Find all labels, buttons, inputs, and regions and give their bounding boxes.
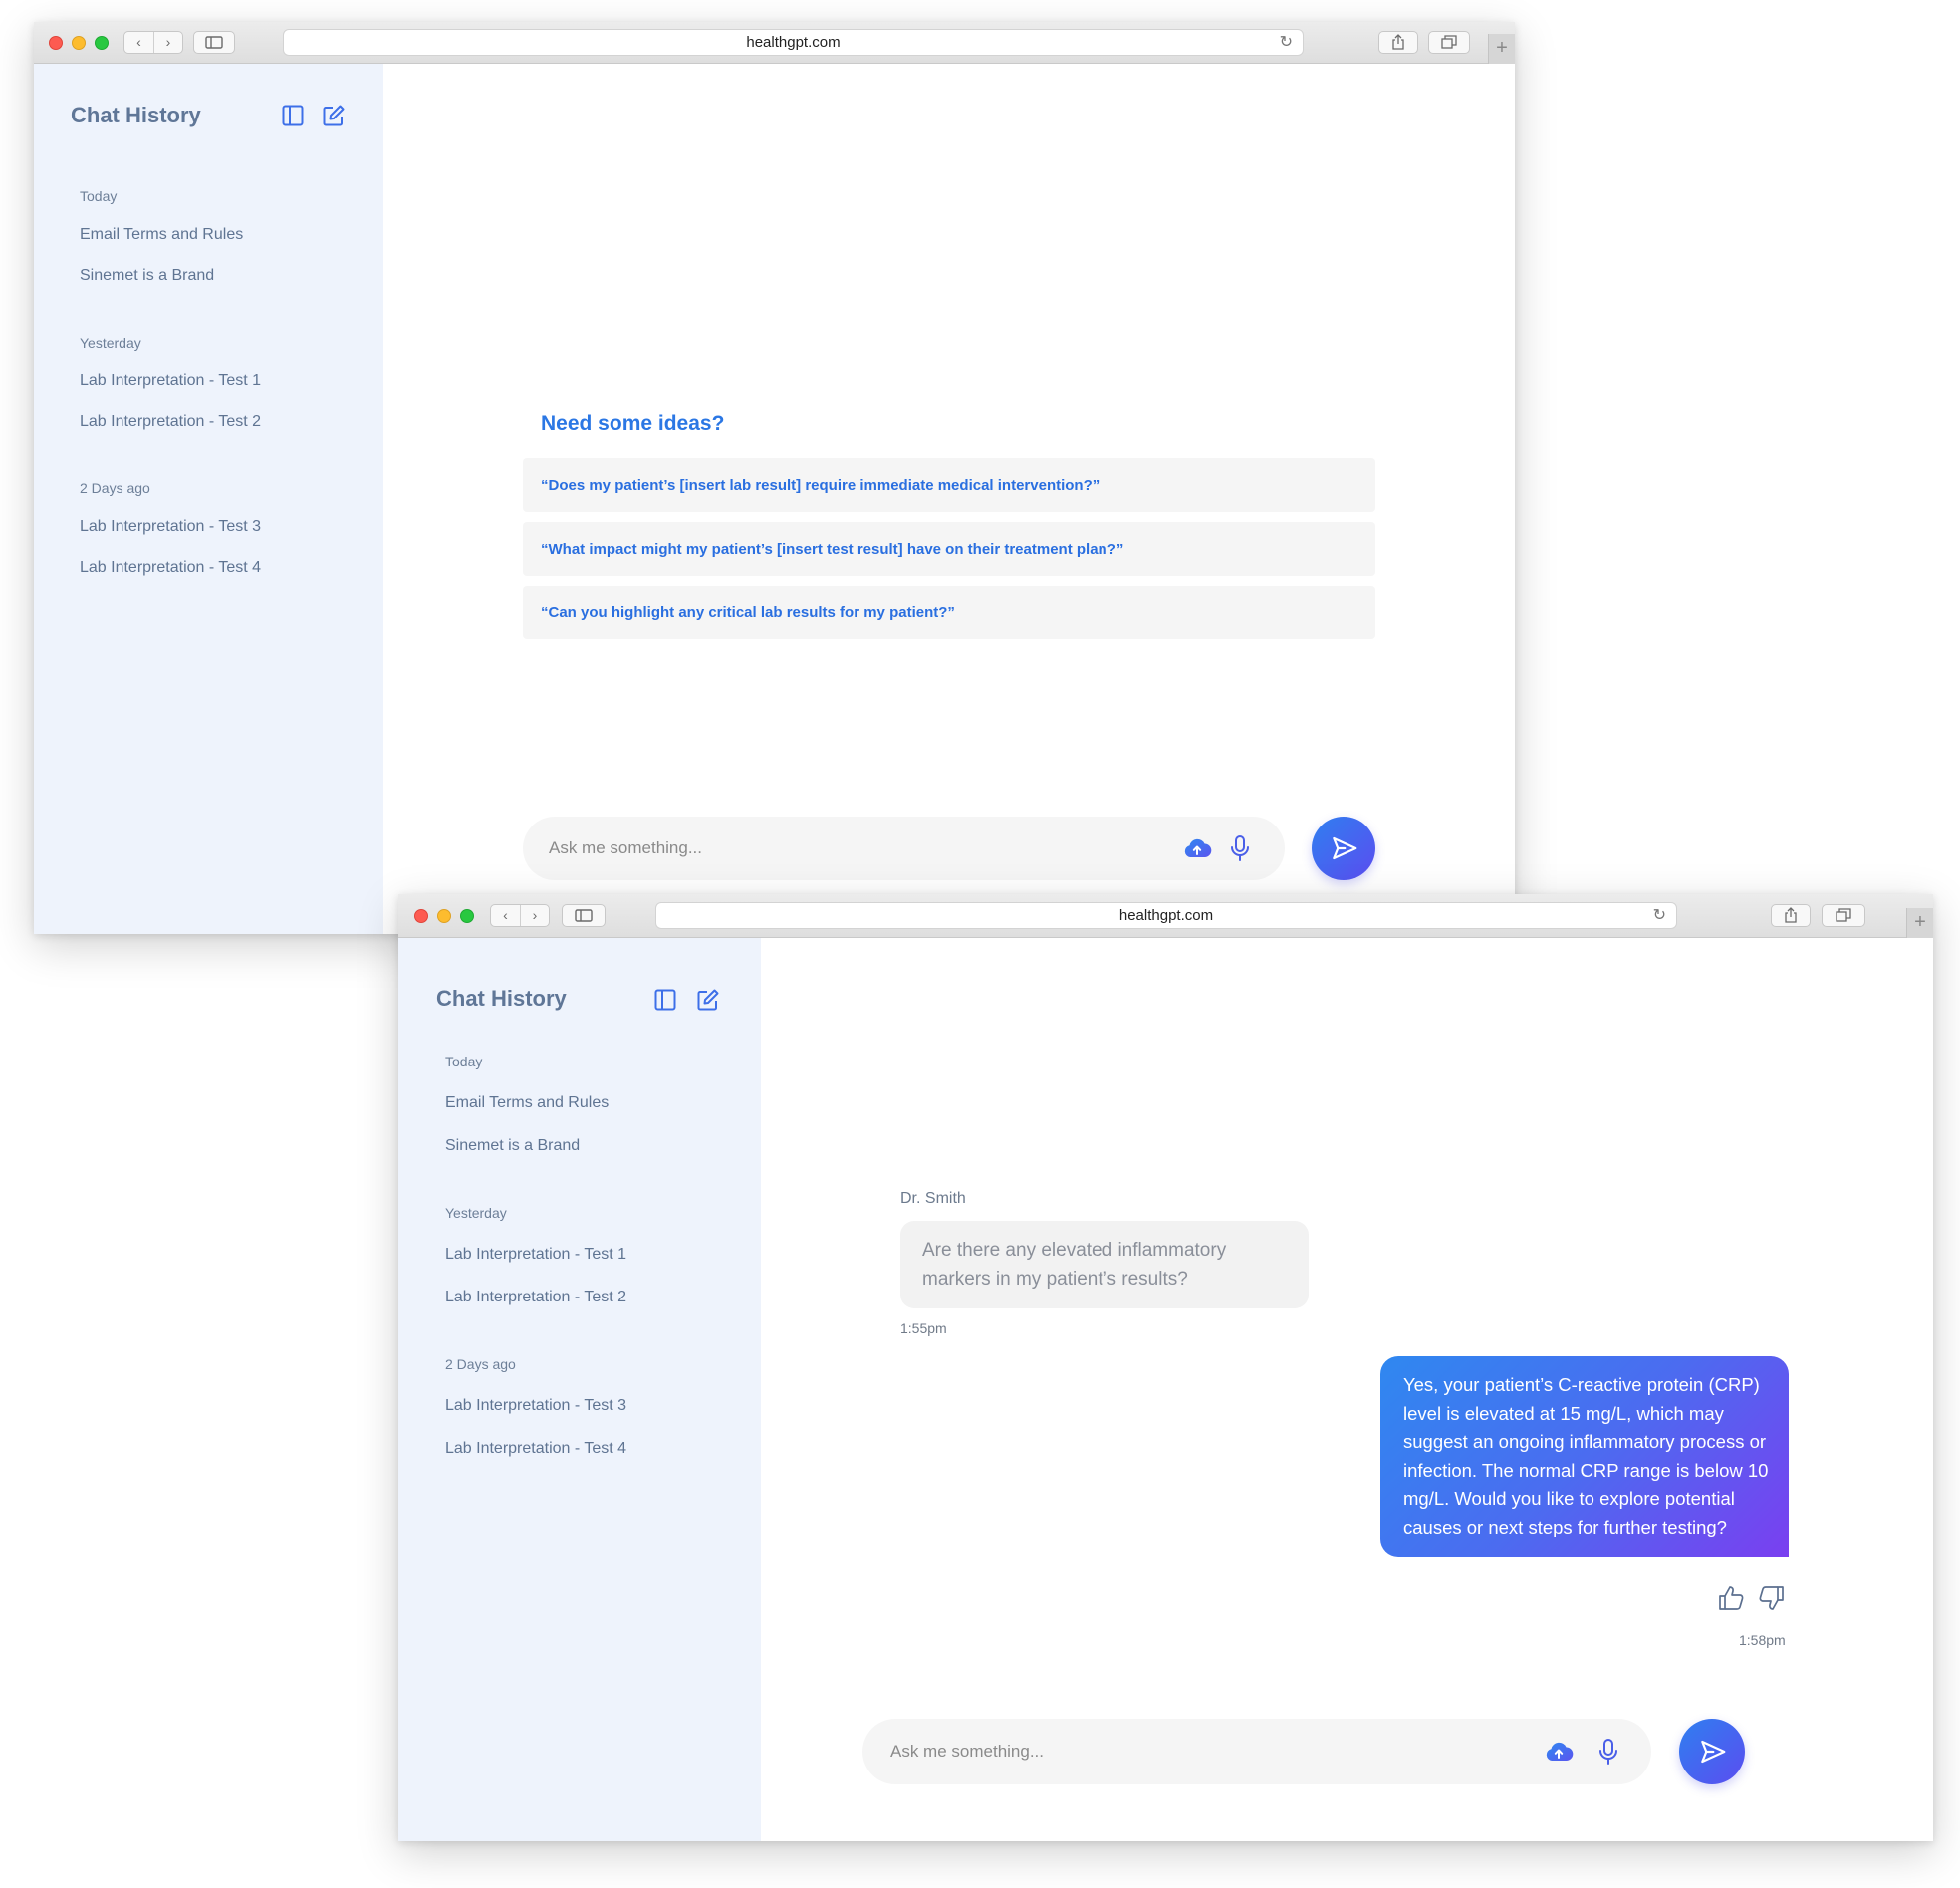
new-chat-icon[interactable] (696, 988, 720, 1012)
back-icon[interactable]: ‹ (491, 905, 520, 926)
window-controls (49, 36, 109, 50)
message-input[interactable] (890, 1719, 1443, 1784)
thumbs-up-icon[interactable] (1716, 1583, 1746, 1613)
microphone-icon[interactable] (1593, 1737, 1623, 1767)
cloud-upload-icon[interactable] (1182, 833, 1212, 863)
maximize-window-button[interactable] (460, 909, 474, 923)
minimize-window-button[interactable] (72, 36, 86, 50)
new-chat-icon[interactable] (322, 104, 346, 127)
send-button[interactable] (1312, 817, 1375, 880)
message-timestamp: 1:55pm (900, 1320, 947, 1336)
sidebar-toggle-icon[interactable] (653, 988, 677, 1012)
chat-main-area: Dr. Smith Are there any elevated inflamm… (761, 938, 1933, 1841)
share-icon (1785, 907, 1797, 923)
share-button[interactable] (1378, 31, 1418, 54)
browser-window-conversation: ‹ › healthgpt.com ↻ + Chat History Today … (398, 894, 1933, 1841)
browser-sidebar-icon (205, 36, 223, 49)
new-tab-button[interactable]: + (1906, 908, 1933, 938)
history-item[interactable]: Email Terms and Rules (445, 1094, 609, 1112)
history-item[interactable]: Lab Interpretation - Test 4 (80, 559, 261, 577)
history-item[interactable]: Lab Interpretation - Test 2 (445, 1289, 626, 1306)
share-icon (1392, 34, 1404, 50)
group-label-2-days-ago: 2 Days ago (80, 480, 150, 496)
history-item[interactable]: Sinemet is a Brand (445, 1137, 580, 1155)
window-controls (414, 909, 474, 923)
forward-icon[interactable]: › (153, 32, 182, 53)
group-label-yesterday: Yesterday (80, 335, 141, 351)
close-window-button[interactable] (414, 909, 428, 923)
tabs-overview-icon (1836, 908, 1851, 922)
history-item[interactable]: Lab Interpretation - Test 3 (80, 518, 261, 536)
group-label-2-days-ago: 2 Days ago (445, 1356, 516, 1372)
sidebar-title: Chat History (436, 986, 567, 1011)
user-message-bubble: Are there any elevated inflammatory mark… (900, 1221, 1309, 1308)
message-input-bar (862, 1719, 1651, 1784)
minimize-window-button[interactable] (437, 909, 451, 923)
history-item[interactable]: Lab Interpretation - Test 1 (80, 372, 261, 390)
suggestion-card[interactable]: “Does my patient’s [insert lab result] r… (523, 458, 1375, 512)
sidebar-browser-button[interactable] (193, 31, 235, 54)
message-input[interactable] (549, 817, 1083, 880)
back-icon[interactable]: ‹ (124, 32, 153, 53)
chat-history-sidebar: Chat History Today Email Terms and Rules… (398, 938, 761, 1841)
reload-icon[interactable]: ↻ (1653, 903, 1666, 928)
history-item[interactable]: Email Terms and Rules (80, 226, 243, 244)
nav-buttons: ‹ › (490, 904, 550, 927)
send-icon (1701, 1740, 1726, 1764)
microphone-icon[interactable] (1225, 833, 1255, 863)
chat-main-area: Need some ideas? “Does my patient’s [ins… (383, 64, 1515, 934)
chat-history-sidebar: Chat History Today Email Terms and Rules… (34, 64, 383, 934)
send-icon (1333, 836, 1357, 860)
nav-buttons: ‹ › (123, 31, 183, 54)
history-item[interactable]: Lab Interpretation - Test 4 (445, 1440, 626, 1458)
assistant-message-bubble: Yes, your patient’s C-reactive protein (… (1380, 1356, 1789, 1557)
address-bar[interactable]: healthgpt.com ↻ (655, 902, 1677, 929)
address-bar[interactable]: healthgpt.com ↻ (283, 29, 1304, 56)
group-label-today: Today (80, 188, 118, 204)
group-label-yesterday: Yesterday (445, 1205, 507, 1221)
browser-toolbar: ‹ › healthgpt.com ↻ + (398, 894, 1933, 938)
suggestion-card[interactable]: “Can you highlight any critical lab resu… (523, 586, 1375, 639)
browser-sidebar-icon (575, 909, 593, 922)
tabs-overview-icon (1441, 35, 1457, 49)
history-item[interactable]: Lab Interpretation - Test 3 (445, 1397, 626, 1415)
tabs-button[interactable] (1822, 904, 1865, 927)
ideas-title: Need some ideas? (541, 412, 725, 435)
browser-window-ideas: ‹ › healthgpt.com ↻ + Chat History Today … (34, 22, 1515, 934)
sidebar-browser-button[interactable] (562, 904, 606, 927)
sidebar-title: Chat History (71, 103, 201, 127)
forward-icon[interactable]: › (520, 905, 549, 926)
new-tab-button[interactable]: + (1488, 34, 1515, 64)
reload-icon[interactable]: ↻ (1280, 30, 1293, 55)
thumbs-down-icon[interactable] (1757, 1583, 1787, 1613)
share-button[interactable] (1771, 904, 1811, 927)
send-button[interactable] (1679, 1719, 1745, 1784)
suggestion-card[interactable]: “What impact might my patient’s [insert … (523, 522, 1375, 576)
message-input-bar (523, 817, 1285, 880)
message-sender: Dr. Smith (900, 1190, 966, 1207)
history-item[interactable]: Sinemet is a Brand (80, 267, 214, 285)
tabs-button[interactable] (1428, 31, 1470, 54)
maximize-window-button[interactable] (95, 36, 109, 50)
browser-toolbar: ‹ › healthgpt.com ↻ + (34, 22, 1515, 64)
group-label-today: Today (445, 1054, 483, 1069)
close-window-button[interactable] (49, 36, 63, 50)
history-item[interactable]: Lab Interpretation - Test 1 (445, 1246, 626, 1264)
history-item[interactable]: Lab Interpretation - Test 2 (80, 413, 261, 431)
message-timestamp: 1:58pm (1739, 1632, 1786, 1648)
url-text: healthgpt.com (1118, 907, 1214, 924)
cloud-upload-icon[interactable] (1544, 1737, 1574, 1767)
url-text: healthgpt.com (746, 34, 841, 51)
sidebar-toggle-icon[interactable] (281, 104, 305, 127)
